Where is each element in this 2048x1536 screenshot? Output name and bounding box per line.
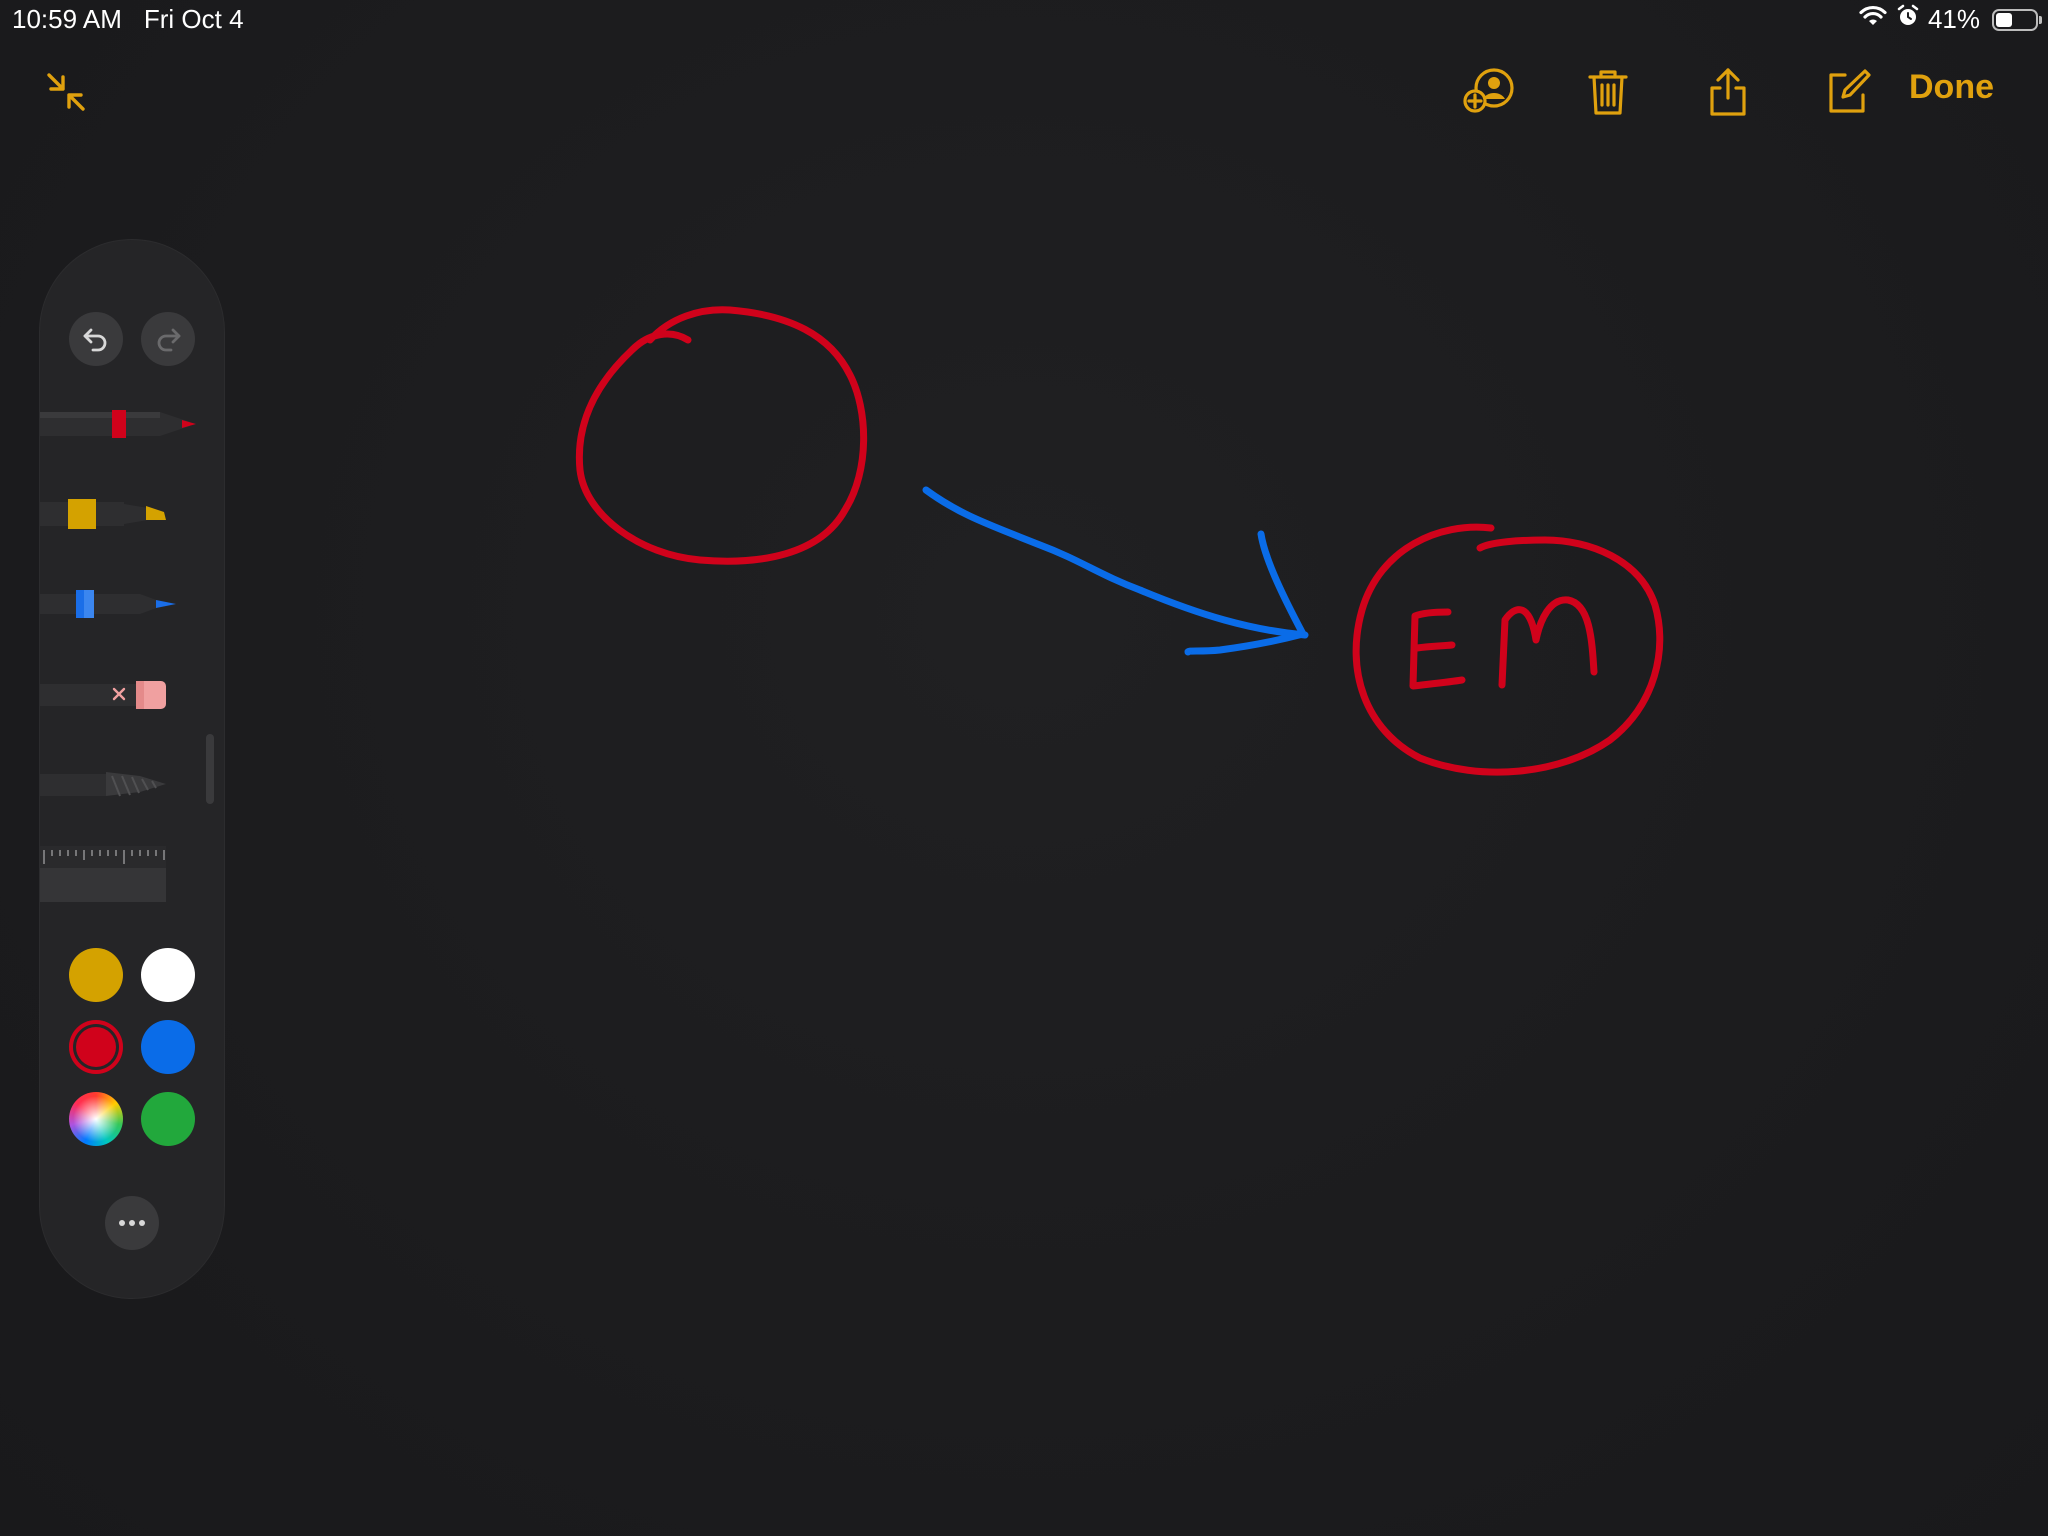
trash-icon[interactable] bbox=[1576, 60, 1640, 124]
handwritten-m-stroke bbox=[1498, 596, 1598, 689]
swatch-green[interactable] bbox=[141, 1092, 195, 1146]
lasso-tool[interactable] bbox=[40, 764, 200, 809]
undo-button[interactable] bbox=[69, 312, 123, 366]
wifi-icon bbox=[1858, 4, 1888, 35]
swatch-white[interactable] bbox=[141, 948, 195, 1002]
more-options-button[interactable] bbox=[105, 1196, 159, 1250]
more-icon bbox=[119, 1220, 145, 1226]
swatch-blue[interactable] bbox=[141, 1020, 195, 1074]
done-button[interactable]: Done bbox=[1909, 68, 1994, 107]
status-time: 10:59 AM bbox=[12, 4, 122, 34]
undo-icon bbox=[83, 328, 107, 352]
battery-icon bbox=[1992, 8, 2042, 31]
alarm-icon bbox=[1896, 4, 1920, 35]
status-date: Fri Oct 4 bbox=[143, 4, 244, 34]
ruler-tool[interactable] bbox=[40, 846, 170, 907]
swatch-yellow[interactable] bbox=[69, 948, 123, 1002]
blue-arrowhead-stroke bbox=[1184, 530, 1307, 656]
tool-palette bbox=[40, 240, 224, 1298]
pen-tool[interactable] bbox=[40, 404, 200, 449]
swatch-red-selected[interactable] bbox=[69, 1020, 123, 1074]
color-picker-swatch[interactable] bbox=[69, 1092, 123, 1146]
blue-arrow-stroke bbox=[922, 486, 1309, 639]
pencil-tool[interactable] bbox=[40, 584, 200, 629]
add-person-icon[interactable] bbox=[1458, 60, 1522, 124]
eraser-tool[interactable] bbox=[40, 674, 200, 719]
notes-drawing-screen: 10:59 AM Fri Oct 4 41% Done bbox=[0, 0, 2048, 1536]
compose-icon[interactable] bbox=[1816, 60, 1880, 124]
red-circle-em-stroke bbox=[1352, 523, 1664, 776]
handwritten-e-stroke bbox=[1409, 608, 1466, 690]
battery-fill bbox=[1996, 12, 2012, 27]
redo-button[interactable] bbox=[141, 312, 195, 366]
red-circle-stroke bbox=[575, 306, 868, 565]
drawing-canvas[interactable] bbox=[0, 0, 2048, 1536]
marker-tool[interactable] bbox=[40, 494, 200, 539]
redo-icon bbox=[157, 328, 181, 352]
collapse-arrows-icon[interactable] bbox=[34, 60, 98, 124]
share-icon[interactable] bbox=[1696, 60, 1760, 124]
status-bar-left: 10:59 AM Fri Oct 4 bbox=[12, 4, 244, 35]
status-bar-right: 41% bbox=[1858, 4, 2042, 35]
battery-percent: 41% bbox=[1927, 4, 1980, 34]
palette-scroll-handle[interactable] bbox=[206, 734, 214, 804]
